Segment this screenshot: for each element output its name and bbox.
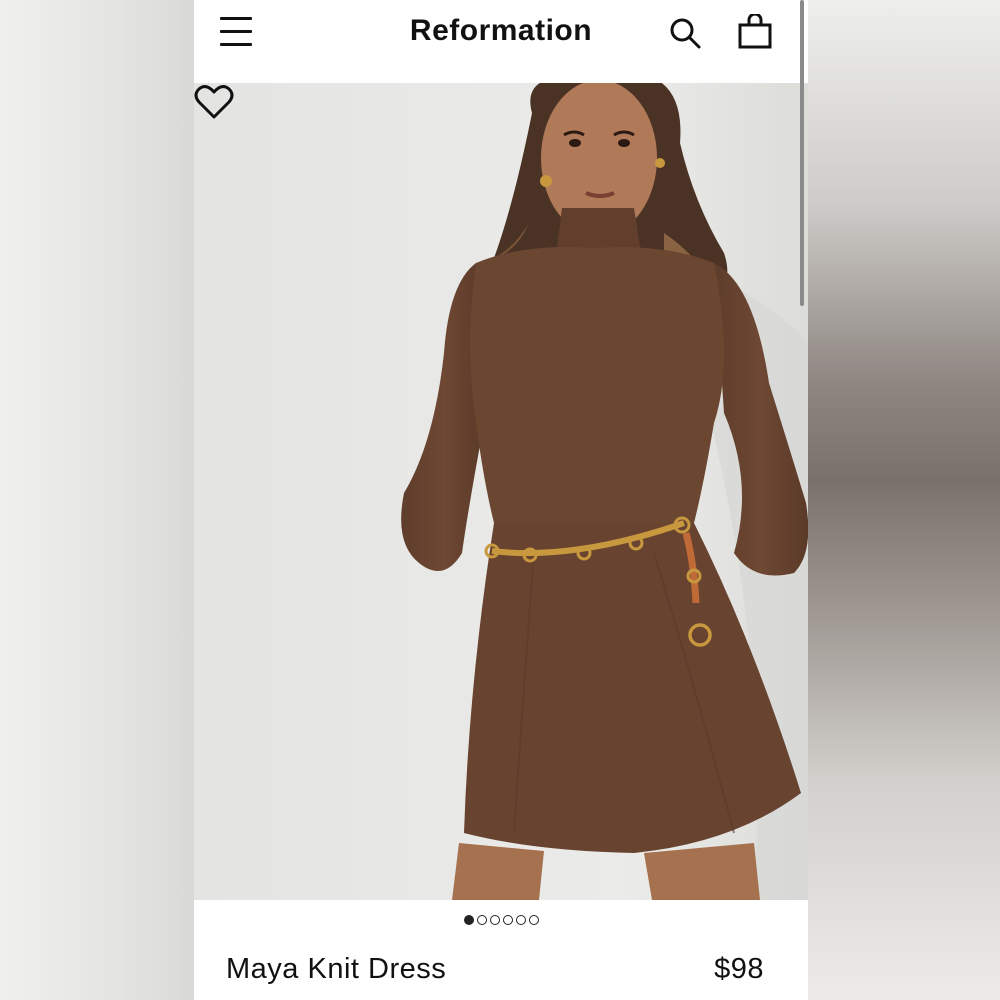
brand-logo[interactable]: Reformation (344, 14, 658, 48)
backdrop-left (0, 0, 194, 1000)
carousel-dot[interactable] (476, 915, 487, 925)
carousel-dot[interactable] (502, 915, 513, 925)
carousel-dot[interactable] (489, 915, 500, 925)
product-price: $98 (714, 953, 764, 985)
scrollbar[interactable] (800, 0, 804, 306)
carousel-dot[interactable] (515, 915, 526, 925)
image-carousel-indicator (194, 910, 808, 930)
mobile-screen: Reformation Maya Knit Dress $98 (194, 0, 808, 1000)
product-image[interactable] (194, 83, 808, 900)
hamburger-menu-icon[interactable] (220, 17, 252, 47)
top-nav: Reformation (194, 0, 808, 82)
search-icon[interactable] (668, 16, 702, 50)
model-photo-illustration (194, 83, 808, 900)
carousel-dot[interactable] (528, 915, 539, 925)
shopping-bag-icon[interactable] (738, 14, 772, 50)
heart-icon[interactable] (194, 83, 234, 121)
backdrop-right (808, 0, 1000, 1000)
product-name[interactable]: Maya Knit Dress (226, 953, 446, 986)
carousel-dot[interactable] (463, 915, 474, 925)
